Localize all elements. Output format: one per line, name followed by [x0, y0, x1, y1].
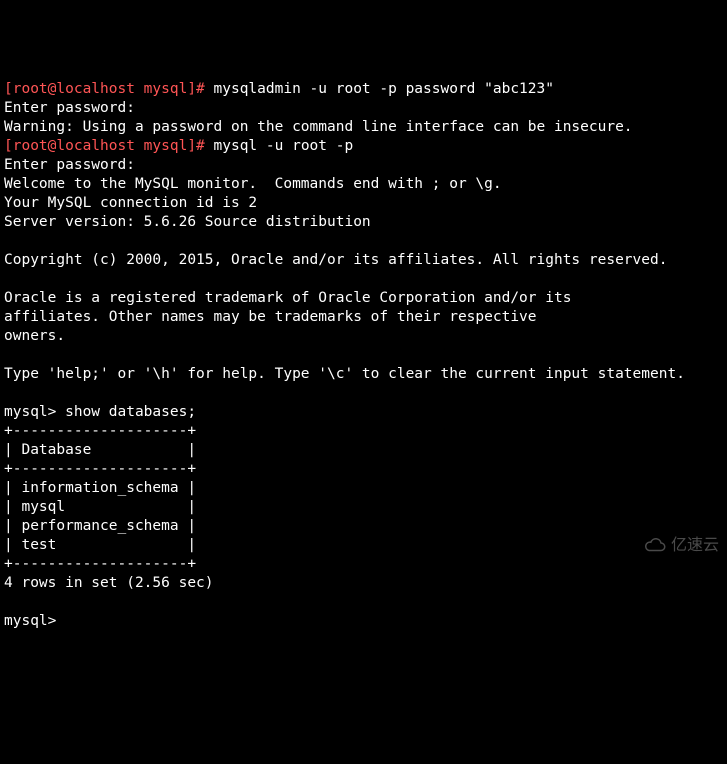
- warning-line: Warning: Using a password on the command…: [4, 119, 633, 135]
- result-summary: 4 rows in set (2.56 sec): [4, 575, 214, 591]
- table-border: +--------------------+: [4, 461, 196, 477]
- password-prompt: Enter password:: [4, 157, 135, 173]
- mysql-trademark: Oracle is a registered trademark of Orac…: [4, 290, 571, 306]
- mysql-prompt: mysql>: [4, 404, 65, 420]
- terminal-output[interactable]: [root@localhost mysql]# mysqladmin -u ro…: [4, 80, 723, 631]
- table-row: | test |: [4, 537, 196, 553]
- mysql-conn-id: Your MySQL connection id is 2: [4, 195, 257, 211]
- mysql-trademark: owners.: [4, 328, 65, 344]
- mysql-server-ver: Server version: 5.6.26 Source distributi…: [4, 214, 371, 230]
- watermark-text: 亿速云: [671, 536, 719, 555]
- mysql-welcome: Welcome to the MySQL monitor. Commands e…: [4, 176, 502, 192]
- shell-prompt: [root@localhost mysql]#: [4, 138, 214, 154]
- shell-command: mysqladmin -u root -p password "abc123": [214, 81, 554, 97]
- mysql-copyright: Copyright (c) 2000, 2015, Oracle and/or …: [4, 252, 667, 268]
- mysql-trademark: affiliates. Other names may be trademark…: [4, 309, 537, 325]
- shell-command: mysql -u root -p: [214, 138, 354, 154]
- mysql-prompt: mysql>: [4, 613, 65, 629]
- watermark: 亿速云: [643, 536, 719, 555]
- table-border: +--------------------+: [4, 556, 196, 572]
- password-prompt: Enter password:: [4, 100, 135, 116]
- table-row: | information_schema |: [4, 480, 196, 496]
- table-border: +--------------------+: [4, 423, 196, 439]
- table-row: | performance_schema |: [4, 518, 196, 534]
- table-row: | mysql |: [4, 499, 196, 515]
- shell-prompt: [root@localhost mysql]#: [4, 81, 214, 97]
- mysql-query: show databases;: [65, 404, 196, 420]
- mysql-help: Type 'help;' or '\h' for help. Type '\c'…: [4, 366, 685, 382]
- cloud-icon: [643, 537, 667, 555]
- table-header: | Database |: [4, 442, 196, 458]
